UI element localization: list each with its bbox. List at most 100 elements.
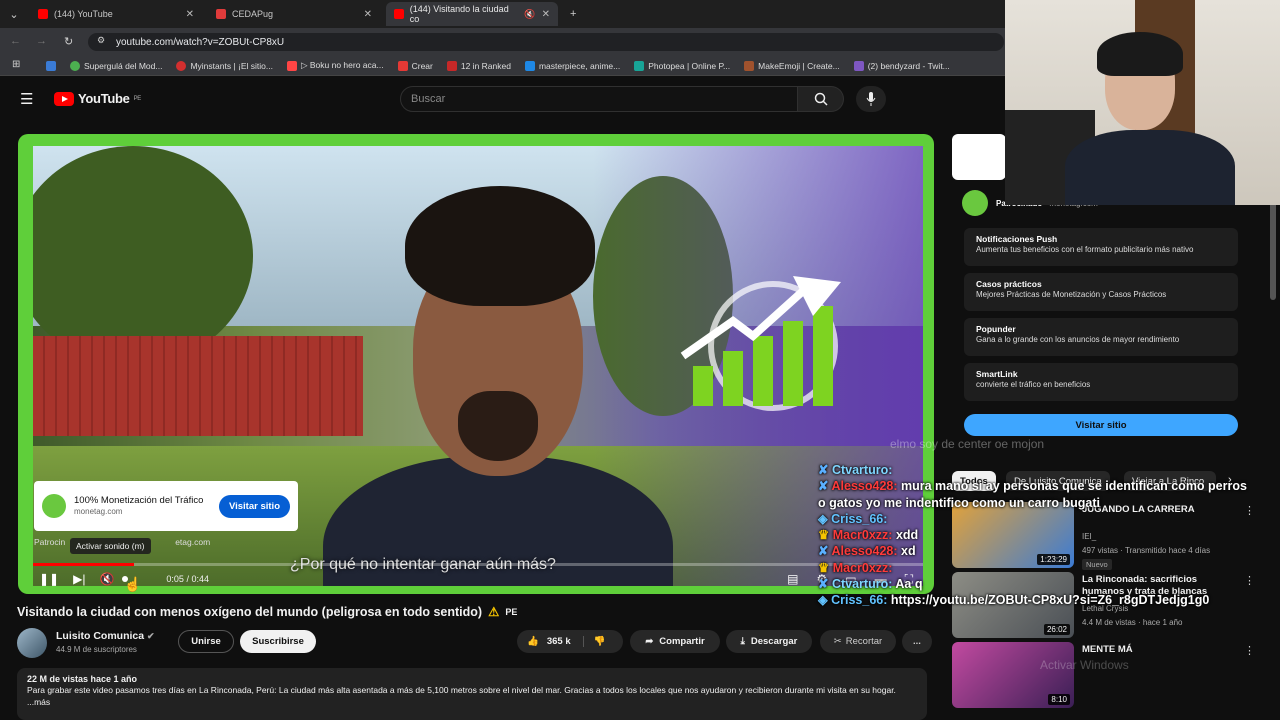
description-text: Para grabar este video pasamos tres días… (27, 685, 896, 696)
site-info-icon[interactable]: ⚙ (97, 35, 105, 46)
bookmark-item[interactable] (46, 60, 56, 71)
sitelink-title: Casos prácticos (976, 279, 1042, 289)
bookmark-favicon-icon (853, 60, 864, 71)
sitelink-title: SmartLink (976, 369, 1018, 379)
browser-tab-youtube[interactable]: (144) YouTube ✕ (30, 2, 202, 26)
pause-icon[interactable]: ❚❚ (39, 572, 59, 586)
share-button[interactable]: ➦ Compartir (630, 630, 720, 653)
subscribe-button[interactable]: Suscribirse (240, 630, 316, 653)
thumbs-down-icon[interactable]: 👎 (582, 636, 605, 647)
cedapug-favicon-icon (216, 9, 226, 19)
bookmark-item[interactable]: MakeEmoji | Create... (744, 60, 840, 71)
side-ad-sitelink[interactable]: Casos prácticos Mejores Prácticas de Mone… (964, 273, 1238, 311)
chat-message: ✘ Alesso428: xd (818, 543, 1248, 559)
duration-badge: 26:02 (1043, 624, 1070, 635)
forward-icon[interactable]: → (36, 35, 47, 47)
bookmark-label: ▷ Boku no hero aca... (300, 60, 384, 70)
bookmark-item[interactable]: Photopea | Online P... (634, 60, 730, 71)
back-icon[interactable]: ← (10, 35, 21, 47)
search-button[interactable] (798, 86, 844, 112)
video-thumbnail[interactable]: 8:10 (952, 642, 1074, 708)
bookmark-label: masterpiece, anime... (538, 60, 621, 71)
badge-icon: ◈ (818, 511, 828, 526)
download-button[interactable]: ⤓ Descargar (726, 630, 812, 653)
warning-icon: ⚠ (488, 605, 500, 619)
faded-chat-line: elmo soy de center oe mojon (890, 437, 1045, 451)
bookmark-item[interactable]: Myinstants | ¡El sitio... (176, 60, 273, 71)
search-input[interactable]: Buscar (400, 86, 798, 112)
duration-badge: 8:10 (1048, 694, 1070, 705)
close-tab-icon[interactable]: ✕ (186, 9, 194, 20)
url-text: youtube.com/watch?v=ZOBUt-CP8xU (116, 36, 285, 48)
chat-message: ♛ Macr0xzz: xdd (818, 527, 1248, 543)
channel-avatar[interactable] (17, 628, 47, 658)
side-ad-visit-button[interactable]: Visitar sitio (964, 414, 1238, 436)
apps-grid-icon[interactable]: ⊞ (12, 59, 20, 70)
windows-activation-watermark: Activar Windows (1040, 658, 1129, 672)
bookmark-item[interactable]: (2) bendyzard - Twit... (853, 60, 950, 71)
overlay-ad-card[interactable]: 100% Monetización del Tráfico monetag.co… (34, 481, 298, 531)
close-tab-icon[interactable]: ✕ (364, 9, 372, 20)
scissors-icon: ✂ (833, 636, 842, 647)
suggested-video[interactable]: 8:10 MENTE MÁ ⋮ (952, 642, 1255, 708)
youtube-logo[interactable]: YouTube PE (54, 91, 141, 106)
side-ad-sitelink[interactable]: Notificaciones Push Aumenta tus beneficio… (964, 228, 1238, 266)
channel-name[interactable]: Luisito Comunica ✔ (56, 630, 155, 642)
sitelink-title: Popunder (976, 324, 1016, 334)
close-tab-icon[interactable]: ✕ (542, 9, 550, 20)
overlay-ad-visit-button[interactable]: Visitar sitio (218, 494, 290, 518)
like-button[interactable]: 👍 365 k 👎 (517, 630, 623, 653)
growth-chart-icon (680, 276, 841, 411)
url-bar[interactable]: ⚙ youtube.com/watch?v=ZOBUt-CP8xU (88, 33, 1004, 51)
browser-tab-cedapug[interactable]: CEDAPug ✕ (208, 2, 380, 26)
browser-tab-video[interactable]: (144) Visitando la ciudad co 🔇 ✕ (386, 2, 558, 26)
tab-title: (144) YouTube (54, 9, 113, 19)
sword-icon: ✘ (818, 544, 829, 559)
bookmark-item[interactable]: ▷ Boku no hero aca... (286, 60, 384, 71)
bookmark-item[interactable]: masterpiece, anime... (524, 60, 621, 71)
bookmark-favicon-icon (70, 60, 80, 71)
description-box[interactable]: 22 M de vistas hace 1 año Para grabar es… (17, 668, 927, 720)
next-icon[interactable]: ▶| (73, 572, 85, 586)
bookmark-item[interactable]: Supergulá del Mod... (70, 60, 162, 71)
badge-icon: ◈ (818, 593, 828, 607)
side-ad-sitelink[interactable]: Popunder Gana a lo grande con los anuncio… (964, 318, 1238, 356)
progress-bar[interactable] (33, 563, 923, 566)
scrollbar-thumb[interactable] (1270, 200, 1276, 300)
new-tab-button[interactable]: + (562, 2, 582, 26)
bookmark-item[interactable]: 12 in Ranked (446, 60, 511, 71)
show-more-link[interactable]: ...más (27, 697, 917, 708)
clip-label: Recortar (845, 636, 883, 647)
overlay-ad-domain: monetag.com (74, 506, 123, 516)
chat-text: xd (901, 544, 916, 559)
subtitles-icon[interactable]: ▤ (787, 572, 798, 587)
channel-name-text: Luisito Comunica (56, 630, 145, 642)
suggestion-title: MENTE MÁ (1082, 644, 1133, 655)
muted-volume-icon[interactable]: 🔇 (99, 572, 114, 586)
hamburger-menu-icon[interactable]: ☰ (20, 90, 33, 108)
reload-icon[interactable]: ↻ (64, 35, 73, 48)
join-button[interactable]: Unirse (178, 630, 234, 653)
bookmark-favicon-icon (397, 60, 408, 71)
bookmark-favicon-icon (176, 60, 187, 71)
voice-search-button[interactable] (856, 86, 886, 112)
youtube-favicon-icon (38, 9, 48, 19)
mute-tab-icon[interactable]: 🔇 (524, 9, 535, 20)
unmute-tooltip: Activar sonido (m) (70, 538, 151, 554)
more-vertical-icon[interactable]: ⋮ (1244, 644, 1255, 657)
microphone-icon (866, 92, 876, 106)
plus-icon: + (570, 8, 577, 20)
sitelink-text: convierte el tráfico en beneficios (976, 380, 1091, 390)
side-ad-sitelink[interactable]: SmartLink convierte el tráfico en benefic… (964, 363, 1238, 401)
more-actions-button[interactable]: ... (902, 630, 932, 653)
side-ad-banner[interactable] (952, 134, 1006, 180)
bookmark-label: 12 in Ranked (460, 60, 511, 71)
tab-title: CEDAPug (232, 9, 274, 19)
tab-search-icon[interactable]: ⌄ (0, 2, 28, 26)
crown-icon: ♛ (818, 560, 830, 575)
bookmark-item[interactable]: Crear (397, 60, 433, 71)
sponsor-suffix: etag.com (175, 537, 211, 547)
suggestion-meta: 4.4 M de vistas · hace 1 año (1082, 618, 1183, 627)
clip-button[interactable]: ✂ Recortar (820, 630, 896, 653)
chat-username: Alesso428: (831, 544, 898, 559)
